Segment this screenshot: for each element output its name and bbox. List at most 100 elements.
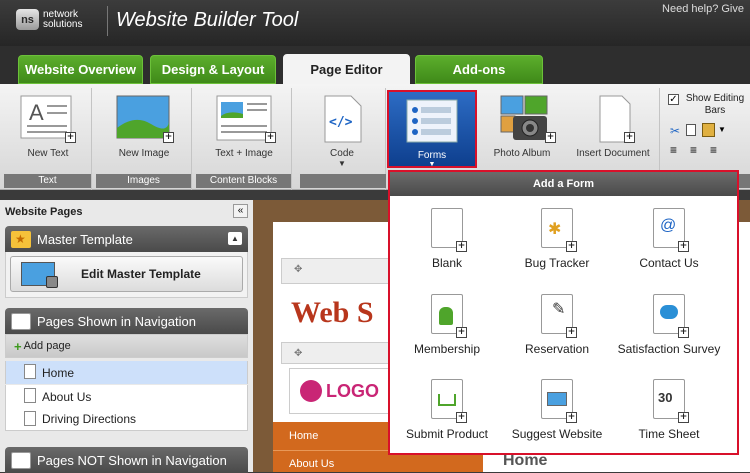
text-image-button[interactable]: + Text + Image (206, 88, 282, 159)
plus-icon: + (545, 132, 556, 143)
paste-dropdown-icon[interactable]: ▼ (718, 125, 726, 134)
forms-icon (406, 99, 458, 143)
sidebar-title: Website Pages (5, 206, 83, 218)
new-image-button[interactable]: + New Image (108, 88, 180, 159)
submit-product-icon: + (431, 379, 467, 423)
header-divider (107, 6, 108, 36)
code-button[interactable]: </> Code ▼ (312, 88, 372, 168)
pages-list-icon (11, 312, 31, 330)
form-satisfaction-survey[interactable]: + Satisfaction Survey (614, 294, 724, 356)
group-footer: Text (4, 174, 91, 188)
form-blank[interactable]: + Blank (392, 208, 502, 270)
help-link[interactable]: Need help? Give (662, 3, 744, 15)
plus-icon: + (624, 132, 635, 143)
page-item-about-us[interactable]: About Us (5, 385, 248, 408)
image-icon: + (115, 94, 174, 144)
tab-design-layout[interactable]: Design & Layout (150, 55, 276, 84)
photo-album-icon: + (493, 94, 556, 144)
group-content-blocks: + Text + Image Content Blocks (196, 88, 292, 190)
suggest-website-icon: + (541, 379, 577, 423)
master-template-panel: Edit Master Template (5, 252, 248, 298)
forms-label: Forms (417, 150, 447, 161)
site-logo[interactable]: LOGO (289, 368, 403, 414)
site-nav-about-us[interactable]: About Us (289, 458, 334, 470)
site-title[interactable]: Web S (291, 296, 374, 330)
document-icon: + (584, 94, 642, 144)
membership-icon: + (431, 294, 467, 338)
move-handle-icon[interactable]: ✥ (294, 264, 302, 275)
lock-template-icon (21, 262, 58, 288)
photo-album-button[interactable]: + Photo Album (486, 88, 558, 159)
form-label: Membership (413, 342, 481, 356)
site-nav-home[interactable]: Home (289, 430, 318, 442)
tab-add-ons[interactable]: Add-ons (415, 55, 543, 84)
page-icon (24, 388, 36, 403)
form-suggest-website[interactable]: + Suggest Website (502, 379, 612, 441)
align-left-icon[interactable]: ≡ (670, 144, 677, 156)
form-bug-tracker[interactable]: ✱ + Bug Tracker (502, 208, 612, 270)
page-item-home[interactable]: Home (5, 361, 248, 384)
plus-icon: + (163, 132, 174, 143)
network-solutions-logo[interactable]: ns network solutions (16, 9, 97, 30)
plus-icon: + (65, 132, 76, 143)
logo-circle-icon (300, 380, 322, 402)
form-label: Time Sheet (638, 427, 700, 441)
page-label: Driving Directions (42, 412, 137, 426)
logo-text: network solutions (43, 8, 83, 30)
collapse-panel-icon[interactable]: ▲ (228, 232, 242, 245)
form-contact-us[interactable]: @ + Contact Us (614, 208, 724, 270)
paste-icon[interactable] (702, 123, 715, 137)
move-handle-icon[interactable]: ✥ (294, 348, 302, 359)
add-page-button[interactable]: + Add page (5, 334, 248, 358)
group-footer: Content Blocks (196, 174, 291, 188)
group-footer: Images (96, 174, 191, 188)
group-code: </> Code ▼ (296, 88, 386, 190)
form-label: Submit Product (405, 427, 489, 441)
master-template-header[interactable]: ★ Master Template ▲ (5, 226, 248, 252)
form-label: Contact Us (639, 256, 699, 270)
show-editing-label: Show Editing Bars (685, 93, 745, 116)
insert-document-button[interactable]: + Insert Document (568, 88, 658, 159)
satisfaction-survey-icon: + (653, 294, 689, 338)
text-block-icon: A + (19, 94, 77, 144)
edit-master-template-button[interactable]: Edit Master Template (10, 256, 243, 292)
tab-page-editor[interactable]: Page Editor (283, 54, 410, 85)
svg-text:A: A (29, 100, 44, 125)
copy-icon[interactable] (686, 124, 696, 136)
insert-document-label: Insert Document (576, 148, 650, 159)
form-reservation[interactable]: ✎ + Reservation (502, 294, 612, 356)
page-item-driving-directions[interactable]: Driving Directions (5, 408, 248, 431)
group-images: + New Image Images (96, 88, 192, 190)
align-right-icon[interactable]: ≡ (710, 144, 717, 156)
scissors-icon[interactable]: ✂ (670, 124, 680, 138)
code-label: Code (330, 148, 354, 159)
show-editing-checkbox[interactable]: ✓ (668, 94, 679, 105)
dropdown-arrow-icon: ▼ (338, 159, 346, 168)
page-label: Home (42, 365, 75, 380)
pages-shown-header[interactable]: Pages Shown in Navigation (5, 308, 248, 334)
page-icon (24, 364, 36, 379)
photo-album-label: Photo Album (493, 148, 551, 159)
forms-button[interactable]: Forms ▼ (387, 90, 477, 168)
form-membership[interactable]: + Membership (392, 294, 502, 356)
pages-shown-label: Pages Shown in Navigation (37, 313, 196, 329)
page-label: About Us (42, 389, 92, 404)
site-logo-text: LOGO (326, 380, 379, 401)
main-tabs: Website Overview Design & Layout Page Ed… (0, 46, 750, 85)
dropdown-arrow-icon: ▼ (428, 161, 436, 168)
add-page-label: Add page (23, 340, 71, 352)
form-label: Bug Tracker (524, 256, 590, 270)
star-template-icon: ★ (11, 230, 31, 248)
form-time-sheet[interactable]: 30 + Time Sheet (614, 379, 724, 441)
blank-form-icon: + (431, 208, 467, 252)
pages-not-shown-header[interactable]: Pages NOT Shown in Navigation (5, 447, 248, 473)
website-pages-sidebar: Website Pages « ★ Master Template ▲ Edit… (0, 200, 253, 473)
tab-website-overview[interactable]: Website Overview (18, 55, 143, 84)
form-submit-product[interactable]: + Submit Product (392, 379, 502, 441)
plus-icon: + (265, 132, 276, 143)
new-text-button[interactable]: A + New Text (12, 88, 84, 159)
collapse-sidebar-icon[interactable]: « (233, 204, 248, 218)
new-text-label: New Text (27, 148, 69, 159)
logo-mark: ns (16, 9, 39, 30)
align-center-icon[interactable]: ≡ (690, 144, 697, 156)
